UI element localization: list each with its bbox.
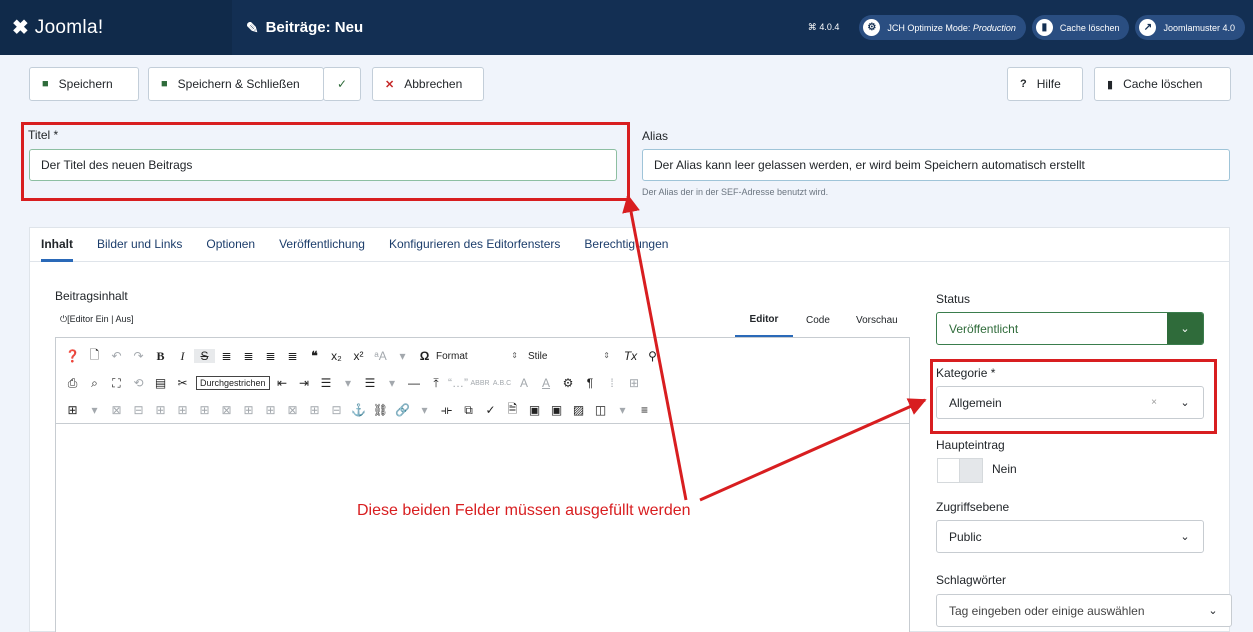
annotation-arrows [622, 194, 927, 502]
arrow-to-title [622, 194, 688, 501]
arrow-to-category [699, 398, 927, 502]
